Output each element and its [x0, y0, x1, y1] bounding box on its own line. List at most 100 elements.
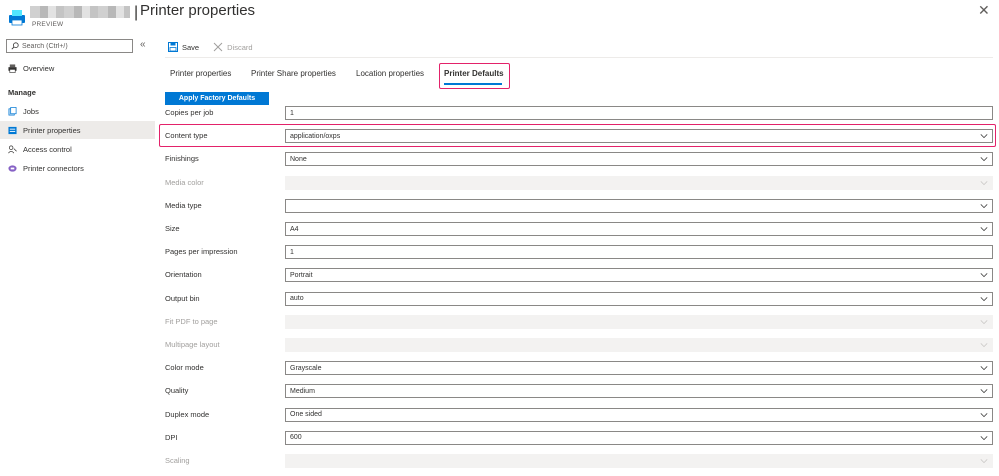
- form-row-copies-per-job: Copies per job 1: [165, 106, 993, 120]
- media-color-dropdown: [285, 175, 993, 190]
- save-icon: [168, 42, 178, 52]
- field-value: A4: [290, 225, 299, 233]
- field-label-finishings: Finishings: [165, 154, 199, 164]
- field-label-color-mode: Color mode: [165, 363, 204, 373]
- sidebar-item-label: Printer properties: [23, 125, 81, 135]
- jobs-icon: [8, 106, 17, 115]
- close-icon[interactable]: ✕: [978, 2, 990, 19]
- page-title: Printer properties: [140, 2, 256, 19]
- field-label-fit-pdf-to-page: Fit PDF to page: [165, 316, 218, 326]
- connector-icon: [8, 164, 17, 172]
- field-label-quality: Quality: [165, 386, 189, 396]
- sidebar: « Overview Manage Jobs Printer propertie…: [0, 36, 155, 476]
- pages-per-impression-input[interactable]: 1: [285, 245, 993, 260]
- toolbar-divider: [165, 57, 993, 58]
- discard-button[interactable]: Discard: [213, 42, 253, 52]
- sidebar-item-label: Jobs: [23, 106, 39, 116]
- form-row-media-type: Media type: [165, 198, 993, 213]
- title-separator: |: [134, 4, 139, 21]
- form-row-scaling: Scaling: [165, 454, 993, 468]
- field-label-dpi: DPI: [165, 432, 178, 442]
- sidebar-item-printer-properties[interactable]: Printer properties: [0, 121, 155, 139]
- field-label-media-type: Media type: [165, 200, 202, 210]
- quality-dropdown[interactable]: Medium: [285, 384, 993, 399]
- tab-printer-properties[interactable]: Printer properties: [170, 66, 231, 84]
- field-label-pages-per-impression: Pages per impression: [165, 247, 238, 257]
- sidebar-item-label: Printer connectors: [23, 163, 84, 173]
- discard-icon: [213, 42, 223, 52]
- duplex-mode-dropdown[interactable]: One sided: [285, 407, 993, 422]
- chevron-down-icon: [980, 435, 988, 440]
- field-label-duplex-mode: Duplex mode: [165, 409, 210, 419]
- field-label-orientation: Orientation: [165, 270, 202, 280]
- save-button[interactable]: Save: [168, 42, 199, 52]
- scaling-dropdown: [285, 454, 993, 468]
- chevron-down-icon: [980, 319, 988, 324]
- form-row-multipage-layout: Multipage layout: [165, 338, 993, 352]
- chevron-down-icon: [980, 389, 988, 394]
- orientation-dropdown[interactable]: Portrait: [285, 268, 993, 283]
- chevron-down-icon: [980, 227, 988, 232]
- field-label-media-color: Media color: [165, 177, 204, 187]
- discard-label: Discard: [227, 42, 253, 52]
- printer-icon: [8, 63, 17, 73]
- sidebar-item-access-control[interactable]: Access control: [0, 140, 155, 158]
- chevron-down-icon: [980, 343, 988, 348]
- form-row-media-color: Media color: [165, 175, 993, 190]
- field-label-copies-per-job: Copies per job: [165, 108, 214, 117]
- chevron-down-icon: [980, 459, 988, 464]
- form-row-pages-per-impression: Pages per impression 1: [165, 245, 993, 260]
- field-value: Grayscale: [290, 364, 322, 372]
- field-value: Medium: [290, 387, 315, 395]
- field-value: 1: [290, 248, 294, 256]
- form-row-duplex-mode: Duplex mode One sided: [165, 407, 993, 422]
- form-row-size: Size A4: [165, 222, 993, 236]
- preview-label: PREVIEW: [32, 21, 64, 28]
- chevron-down-icon: [980, 273, 988, 278]
- media-type-dropdown[interactable]: [285, 198, 993, 213]
- sidebar-item-printer-connectors[interactable]: Printer connectors: [0, 159, 155, 177]
- dpi-dropdown[interactable]: 600: [285, 430, 993, 445]
- apply-factory-defaults-button[interactable]: Apply Factory Defaults: [165, 92, 269, 105]
- multipage-layout-dropdown: [285, 338, 993, 352]
- tab-printer-share-properties[interactable]: Printer Share properties: [251, 66, 336, 84]
- copies-per-job-input[interactable]: 1: [285, 106, 993, 120]
- chevron-down-icon: [980, 366, 988, 371]
- blade-header: PREVIEW | Printer properties ✕: [0, 0, 999, 36]
- field-value: auto: [290, 295, 304, 303]
- form-row-output-bin: Output bin auto: [165, 291, 993, 306]
- sidebar-item-overview[interactable]: Overview: [0, 59, 155, 77]
- content-type-highlight-box: [159, 124, 996, 147]
- tab-highlight-box: [439, 63, 510, 89]
- search-icon: [11, 42, 19, 50]
- field-value: Portrait: [290, 271, 313, 279]
- chevron-down-icon: [980, 296, 988, 301]
- field-label-output-bin: Output bin: [165, 293, 200, 303]
- form-row-fit-pdf-to-page: Fit PDF to page: [165, 314, 993, 329]
- chevron-down-icon: [980, 157, 988, 162]
- manage-section-label: Manage: [8, 88, 36, 97]
- size-dropdown[interactable]: A4: [285, 222, 993, 236]
- sidebar-item-jobs[interactable]: Jobs: [0, 102, 155, 120]
- field-label-scaling: Scaling: [165, 456, 190, 465]
- field-value: One sided: [290, 411, 322, 419]
- chevron-down-icon: [980, 203, 988, 208]
- form-row-finishings: Finishings None: [165, 152, 993, 167]
- sidebar-item-label: Access control: [23, 144, 72, 154]
- finishings-dropdown[interactable]: None: [285, 152, 993, 167]
- form-row-dpi: DPI 600: [165, 430, 993, 445]
- tab-location-properties[interactable]: Location properties: [356, 66, 424, 84]
- chevron-down-icon: [980, 412, 988, 417]
- form-row-orientation: Orientation Portrait: [165, 268, 993, 283]
- search-box[interactable]: [6, 39, 133, 53]
- search-input[interactable]: [22, 42, 132, 50]
- collapse-sidebar-icon[interactable]: «: [140, 39, 146, 50]
- field-value: 1: [290, 109, 294, 117]
- form-row-color-mode: Color mode Grayscale: [165, 361, 993, 376]
- output-bin-dropdown[interactable]: auto: [285, 291, 993, 306]
- properties-icon: [8, 126, 17, 134]
- color-mode-dropdown[interactable]: Grayscale: [285, 361, 993, 376]
- command-bar: Save Discard: [168, 40, 253, 54]
- sidebar-item-label: Overview: [23, 63, 55, 73]
- field-label-size: Size: [165, 224, 180, 233]
